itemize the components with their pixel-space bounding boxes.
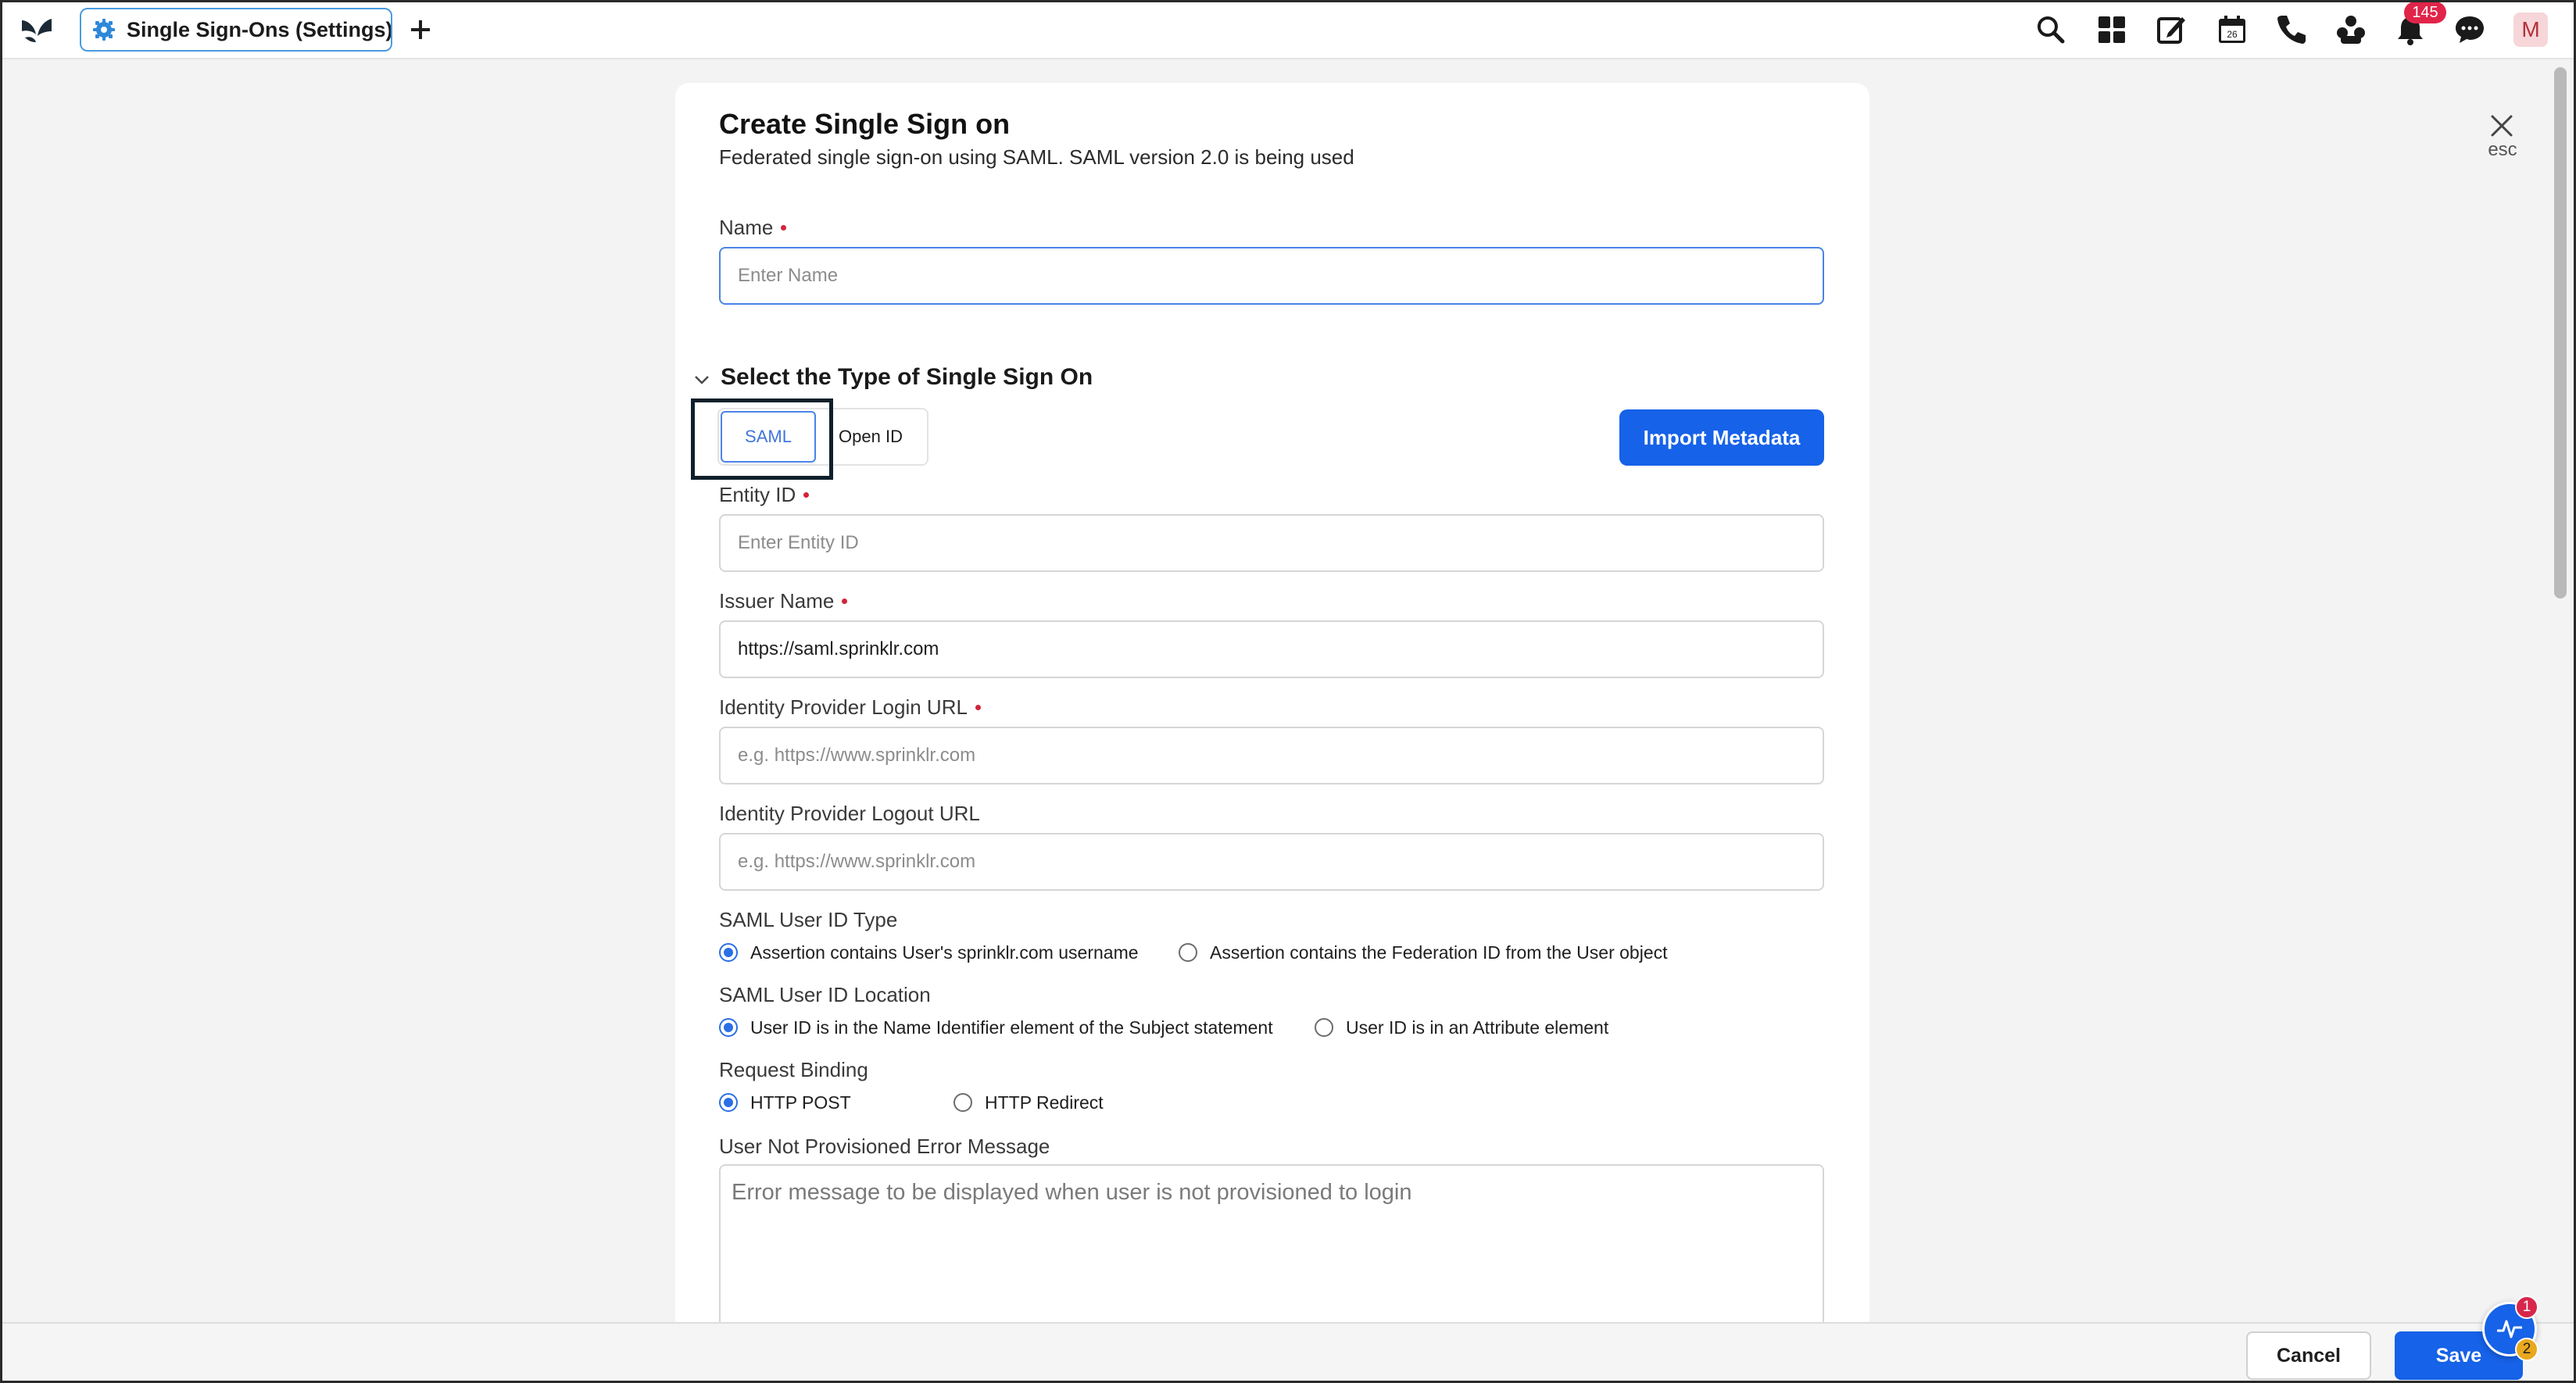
idp-logout-url-input[interactable] (719, 833, 1824, 891)
request-binding-label: Request Binding (719, 1058, 868, 1081)
error-message-label: User Not Provisioned Error Message (719, 1135, 1050, 1158)
user-id-location-option-attribute[interactable]: User ID is in an Attribute element (1315, 1014, 1608, 1041)
request-binding-option-http-redirect[interactable]: HTTP Redirect (953, 1089, 1104, 1116)
gear-icon (93, 19, 115, 41)
community-icon[interactable] (2334, 13, 2368, 47)
radio-button[interactable] (953, 1093, 972, 1112)
user-id-type-option-username[interactable]: Assertion contains User's sprinklr.com u… (719, 939, 1139, 966)
required-indicator (842, 598, 848, 604)
pulse-badge-alerts: 1 (2515, 1295, 2538, 1319)
request-binding-option-http-post[interactable]: HTTP POST (719, 1089, 851, 1116)
sso-type-section-title: Select the Type of Single Sign On (721, 364, 1093, 390)
pulse-badge-warnings: 2 (2515, 1338, 2538, 1361)
calendar-icon[interactable]: 26 (2215, 13, 2249, 47)
required-indicator (781, 224, 787, 230)
selection-highlight (691, 398, 833, 480)
tab-single-sign-ons[interactable]: Single Sign-Ons (Settings) (80, 8, 392, 52)
import-metadata-button[interactable]: Import Metadata (1619, 409, 1824, 466)
notification-badge: 145 (2404, 2, 2446, 23)
footer-bar (0, 1322, 2576, 1383)
name-input[interactable] (719, 247, 1824, 305)
issuer-name-input[interactable] (719, 620, 1824, 678)
user-id-type-label: SAML User ID Type (719, 908, 898, 931)
edit-icon[interactable] (2154, 13, 2188, 47)
page-subtitle: Federated single sign-on using SAML. SAM… (719, 145, 1354, 169)
user-id-location-label: SAML User ID Location (719, 983, 931, 1006)
user-id-type-option-federation-id[interactable]: Assertion contains the Federation ID fro… (1179, 939, 1668, 966)
calendar-day: 26 (2227, 29, 2238, 40)
avatar[interactable]: M (2513, 13, 2548, 47)
page-title: Create Single Sign on (719, 108, 1011, 140)
cancel-button[interactable]: Cancel (2246, 1331, 2371, 1380)
top-bar: Single Sign-Ons (Settings) 26 145 M (0, 0, 2576, 59)
search-icon[interactable] (2034, 13, 2068, 47)
radio-button[interactable] (719, 1093, 738, 1112)
radio-button[interactable] (719, 1018, 738, 1037)
entity-id-input[interactable] (719, 514, 1824, 572)
required-indicator (975, 704, 981, 710)
user-id-location-option-name-identifier[interactable]: User ID is in the Name Identifier elemen… (719, 1014, 1273, 1041)
apps-grid-icon[interactable] (2095, 13, 2129, 47)
idp-login-url-input[interactable] (719, 727, 1824, 784)
sprinklr-logo-icon[interactable] (19, 14, 55, 45)
radio-button[interactable] (1315, 1018, 1333, 1037)
required-indicator (803, 491, 810, 498)
esc-hint: esc (2488, 139, 2517, 160)
issuer-name-label: Issuer Name (719, 589, 848, 613)
error-message-textarea[interactable] (719, 1164, 1824, 1336)
radio-button[interactable] (1179, 943, 1197, 962)
scrollbar-thumb[interactable] (2554, 67, 2567, 599)
tab-label: Single Sign-Ons (Settings) (127, 17, 392, 41)
idp-login-url-label: Identity Provider Login URL (719, 695, 981, 720)
plus-icon[interactable] (405, 14, 436, 45)
phone-icon[interactable] (2274, 13, 2309, 47)
radio-button[interactable] (719, 943, 738, 962)
idp-logout-url-label: Identity Provider Logout URL (719, 802, 980, 825)
chevron-down-icon[interactable] (691, 369, 713, 391)
sso-type-open-id[interactable]: Open ID (822, 411, 919, 463)
chat-icon[interactable] (2453, 13, 2487, 47)
entity-id-label: Entity ID (719, 483, 810, 507)
name-label: Name (719, 216, 787, 240)
